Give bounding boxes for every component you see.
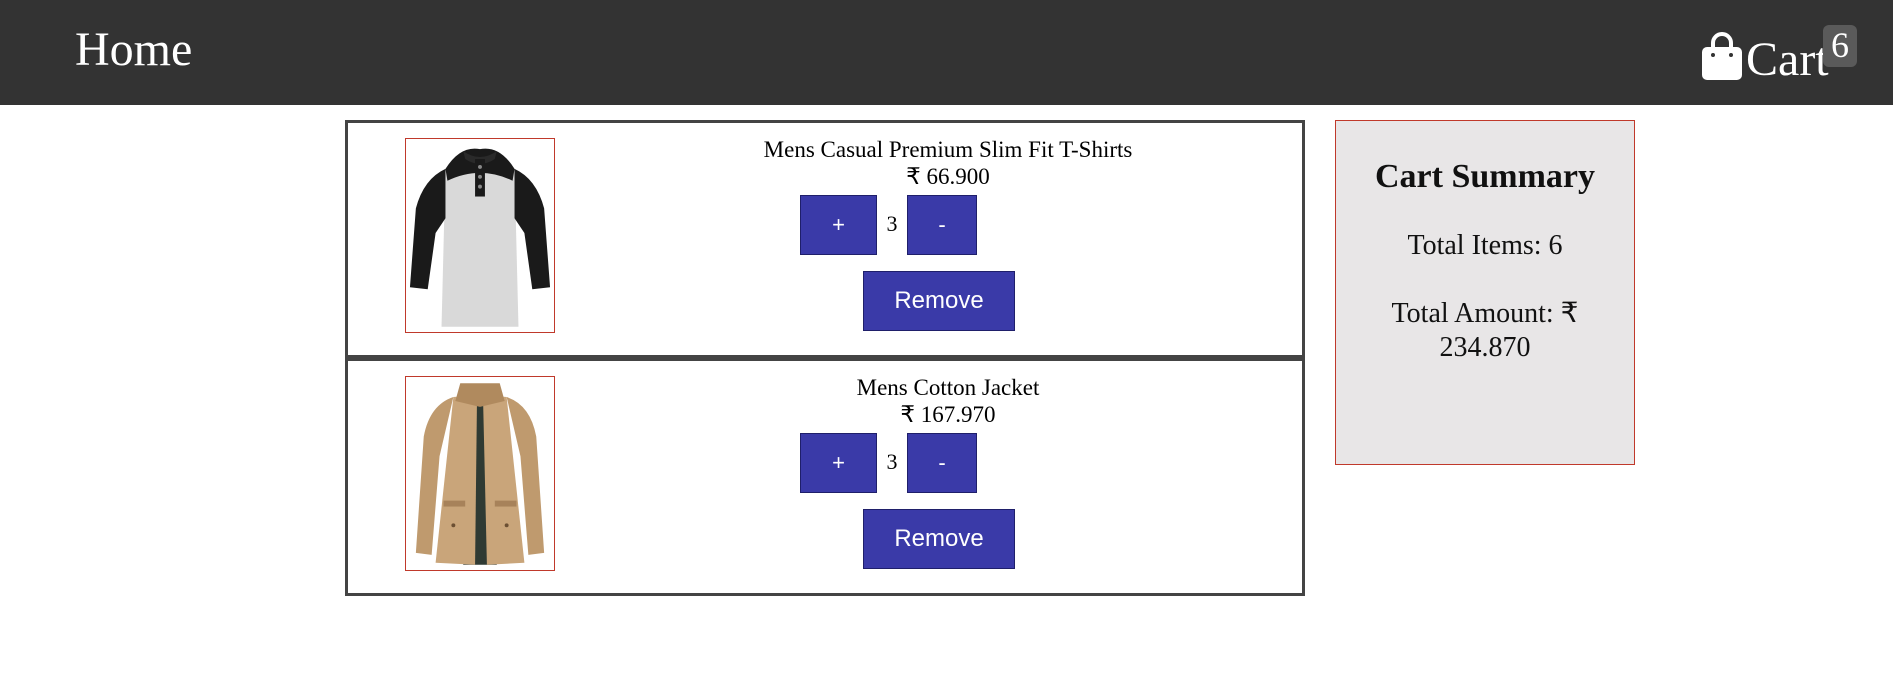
shopping-bag-icon <box>1700 31 1744 81</box>
decrease-quantity-button[interactable]: - <box>907 195 977 255</box>
cart-items-list: Mens Casual Premium Slim Fit T-Shirts ₹ … <box>345 120 1305 596</box>
product-image-jacket <box>405 376 555 571</box>
remove-item-button[interactable]: Remove <box>863 271 1015 331</box>
quantity-value: 3 <box>886 449 898 474</box>
cart-summary-panel: Cart Summary Total Items: 6 Total Amount… <box>1335 120 1635 465</box>
cart-label: Cart <box>1746 33 1829 86</box>
total-amount: Total Amount: ₹ 234.870 <box>1391 298 1579 363</box>
quantity-value: 3 <box>886 211 898 236</box>
item-price: ₹ 66.900 <box>906 164 990 189</box>
quantity-stepper: + 3 - <box>698 433 1198 493</box>
decrease-quantity-button[interactable]: - <box>907 433 977 493</box>
item-price: ₹ 167.970 <box>900 402 996 427</box>
product-image-tshirt <box>405 138 555 333</box>
total-items: Total Items: 6 <box>1407 230 1563 261</box>
summary-title: Cart Summary <box>1374 158 1596 195</box>
item-title: Mens Cotton Jacket <box>856 375 1040 400</box>
cart-item: Mens Cotton Jacket ₹ 167.970 + 3 - Remov… <box>345 358 1305 596</box>
home-link[interactable]: Home <box>75 22 192 78</box>
increase-quantity-button[interactable]: + <box>800 433 877 493</box>
item-info: Mens Cotton Jacket ₹ 167.970 + 3 - <box>698 375 1198 493</box>
quantity-stepper: + 3 - <box>698 195 1198 255</box>
cart-item: Mens Casual Premium Slim Fit T-Shirts ₹ … <box>345 120 1305 358</box>
item-title: Mens Casual Premium Slim Fit T-Shirts <box>763 137 1133 162</box>
item-info: Mens Casual Premium Slim Fit T-Shirts ₹ … <box>698 137 1198 255</box>
increase-quantity-button[interactable]: + <box>800 195 877 255</box>
remove-item-button[interactable]: Remove <box>863 509 1015 569</box>
cart-count-badge: 6 <box>1823 25 1857 67</box>
navbar: Home Cart 6 <box>0 0 1893 105</box>
